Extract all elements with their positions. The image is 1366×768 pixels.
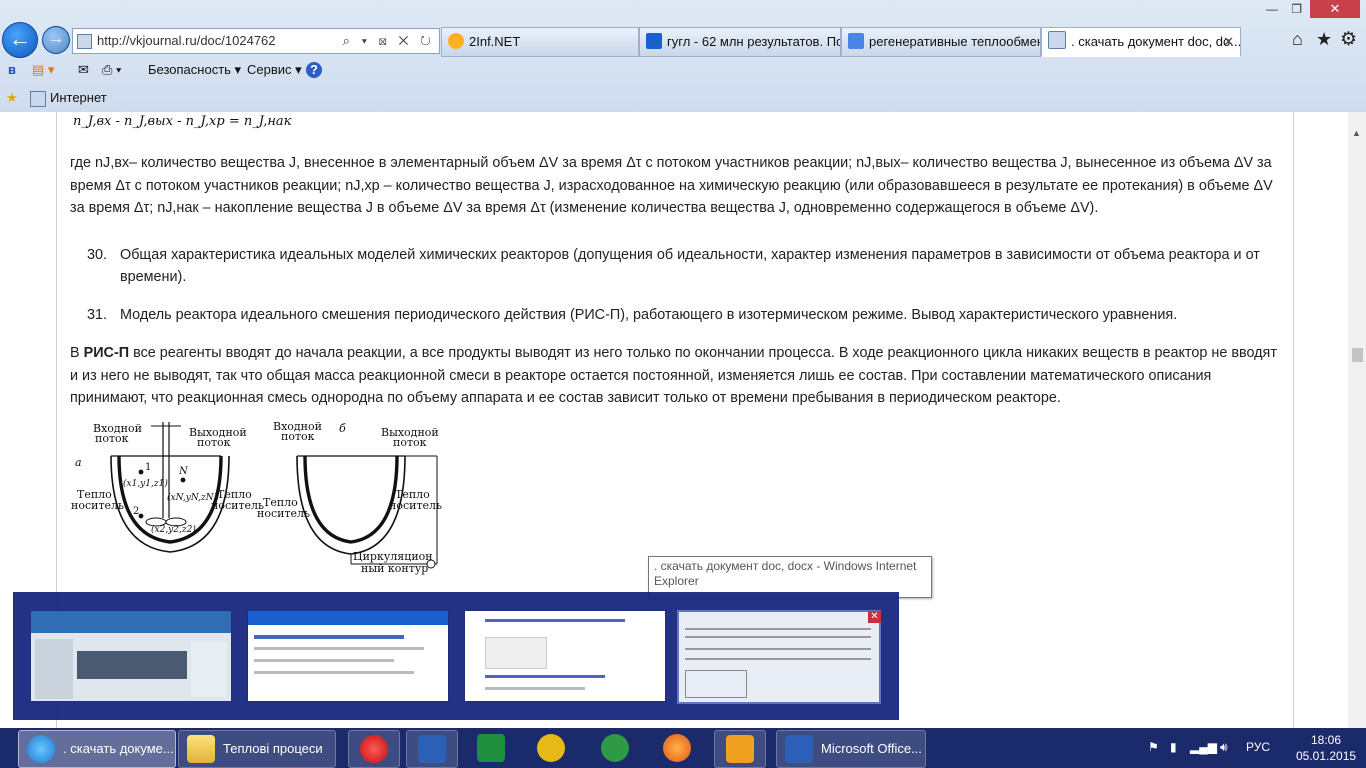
fig-a-point-1-vals: (x1,y1,z1) — [123, 478, 168, 489]
fig-a-point-2: 2 — [133, 506, 139, 517]
fig-a-in-flow: Входной поток — [93, 422, 142, 445]
signal-icon[interactable]: ▂▄▆ — [1190, 740, 1217, 754]
browser-chrome: — ❐ ✕ ← → http://vkjournal.ru/doc/102476… — [0, 0, 1366, 113]
help-icon[interactable]: ? — [306, 62, 322, 78]
close-tab-icon[interactable]: ✕ — [1223, 28, 1234, 56]
command-bar: ʙ ▤ ▾ ✉ ⎙ ▾ Безопасность ▾ Сервис ▾ ? — [0, 58, 1366, 82]
thumbnail-window-1[interactable] — [30, 610, 232, 702]
fig-b-heat-right: Тепло носитель — [389, 488, 442, 512]
firefox-page-icon — [448, 33, 464, 49]
clock[interactable]: 18:06 05.01.2015 — [1296, 732, 1356, 764]
address-url[interactable]: http://vkjournal.ru/doc/1024762 — [97, 29, 276, 53]
vertical-scrollbar[interactable]: ▲ — [1348, 112, 1366, 728]
word-icon — [418, 735, 446, 763]
minimize-icon[interactable]: — ❐ — [1266, 2, 1302, 16]
fig-b-letter: б — [339, 422, 346, 435]
opera-icon — [360, 735, 388, 763]
taskbar-excel-button[interactable] — [466, 730, 516, 766]
balance-equation: n_J,вх - n_J,вых - n_J,хр = n_J,нак — [73, 114, 292, 129]
tab-2inf[interactable]: 2Inf.NET — [441, 27, 639, 57]
page-icon — [77, 34, 92, 49]
google-page-icon — [848, 33, 864, 49]
gear-icon[interactable]: ⚙ — [1340, 28, 1357, 51]
taskbar-search-button[interactable] — [714, 730, 766, 768]
address-tools-icons[interactable]: ⌕ ▾ ⊠ ✕ ↻ — [343, 29, 435, 53]
clock-date: 05.01.2015 — [1296, 749, 1357, 763]
service-menu[interactable]: Сервис ▾ — [247, 58, 302, 82]
back-arrow-icon: ← — [9, 26, 31, 51]
home-icon[interactable]: ⌂ — [1292, 29, 1303, 50]
rss-icon[interactable]: ▤ ▾ — [32, 58, 54, 82]
ie-icon — [27, 735, 55, 763]
window-close-button[interactable]: ✕ — [1310, 0, 1360, 18]
scroll-thumb[interactable] — [1352, 348, 1363, 362]
fig-a-out-flow: Выходной поток — [189, 426, 247, 449]
reactor-diagram: а Входной поток Выходной поток 1 (x1,y1,z1… — [71, 420, 442, 575]
page-icon — [30, 91, 46, 107]
print-icon[interactable]: ⎙ ▾ — [102, 58, 121, 82]
taskbar-mail-button[interactable] — [526, 730, 576, 766]
tab-google-search[interactable]: гугл - 62 млн результатов. По... — [639, 27, 841, 57]
search-page-icon — [646, 33, 662, 49]
fig-a-heat-left: Тепло носитель — [71, 488, 124, 512]
page-icon — [1048, 31, 1066, 49]
thumbnail-window-2[interactable] — [247, 610, 449, 702]
favorites-bar: ★ Интернет — [0, 86, 1366, 110]
taskbar-download-button[interactable] — [590, 730, 640, 766]
firefox-icon — [663, 734, 691, 762]
taskbar-folder-button[interactable]: Теплові процеси — [178, 730, 336, 768]
fig-b-loop: Циркуляцион ный контур — [353, 550, 433, 575]
clock-time: 18:06 — [1310, 733, 1342, 747]
search-icon — [726, 735, 754, 763]
volume-icon[interactable]: 🔊︎ — [1220, 740, 1228, 755]
paragraph-definitions: где nJ,вх– количество вещества J, внесен… — [70, 155, 1273, 216]
back-button[interactable]: ← — [2, 22, 38, 58]
bluetooth-icon[interactable]: ʙ — [8, 58, 16, 82]
language-indicator[interactable]: РУС — [1246, 740, 1270, 754]
taskbar-thumbnail-panel: ✕ — [13, 592, 899, 720]
thumbnail-window-3[interactable] — [464, 610, 666, 702]
taskbar-office-button[interactable]: Microsoft Office... — [776, 730, 926, 768]
fig-b-heat-left: Тепло носитель — [257, 496, 310, 520]
thumbnail-close-icon[interactable]: ✕ — [868, 611, 881, 623]
fig-a-point-1: 1 — [145, 462, 151, 473]
folder-icon — [187, 735, 215, 763]
taskbar-word-button[interactable] — [406, 730, 458, 768]
taskbar: . скачать докуме... Теплові процеси Micr… — [0, 728, 1366, 768]
download-icon — [601, 734, 629, 762]
favorites-item-internet[interactable]: Интернет — [50, 86, 107, 110]
excel-icon — [477, 734, 505, 762]
thumbnail-window-4-active[interactable] — [677, 610, 881, 704]
fig-a-letter: а — [75, 456, 82, 469]
forward-arrow-icon: → — [48, 30, 64, 47]
favorites-star-icon[interactable]: ★ — [1316, 29, 1332, 50]
fig-a-point-2-vals: (x2,y2,z2) — [151, 524, 196, 535]
tab-regenerative[interactable]: регенеративные теплообмен... — [841, 27, 1041, 57]
taskbar-opera-button[interactable] — [348, 730, 400, 768]
at-mail-icon — [537, 734, 565, 762]
fig-a-point-n: N — [178, 466, 189, 477]
flag-icon[interactable]: ⚑ — [1148, 740, 1159, 754]
taskbar-firefox-button[interactable] — [652, 730, 702, 766]
scroll-up-icon[interactable]: ▲ — [1352, 128, 1361, 138]
favorites-add-icon[interactable]: ★ — [6, 86, 18, 110]
battery-icon[interactable]: ▮ — [1170, 740, 1177, 754]
forward-button[interactable]: → — [42, 26, 70, 54]
tab-download-doc[interactable]: . скачать документ doc, do... ✕ — [1041, 27, 1241, 57]
safety-menu[interactable]: Безопасность ▾ — [148, 58, 241, 82]
fig-b-in-flow: Входной поток — [273, 420, 322, 443]
fig-b-out-flow: Выходной поток — [381, 426, 439, 449]
word-doc-icon — [785, 735, 813, 763]
mail-icon[interactable]: ✉ — [78, 58, 89, 82]
address-bar[interactable]: http://vkjournal.ru/doc/1024762 ⌕ ▾ ⊠ ✕ … — [72, 28, 440, 54]
taskbar-ie-button[interactable]: . скачать докуме... — [18, 730, 176, 768]
paragraph-ris-p: В РИС-П все реагенты вводят до начала ре… — [70, 345, 1277, 406]
